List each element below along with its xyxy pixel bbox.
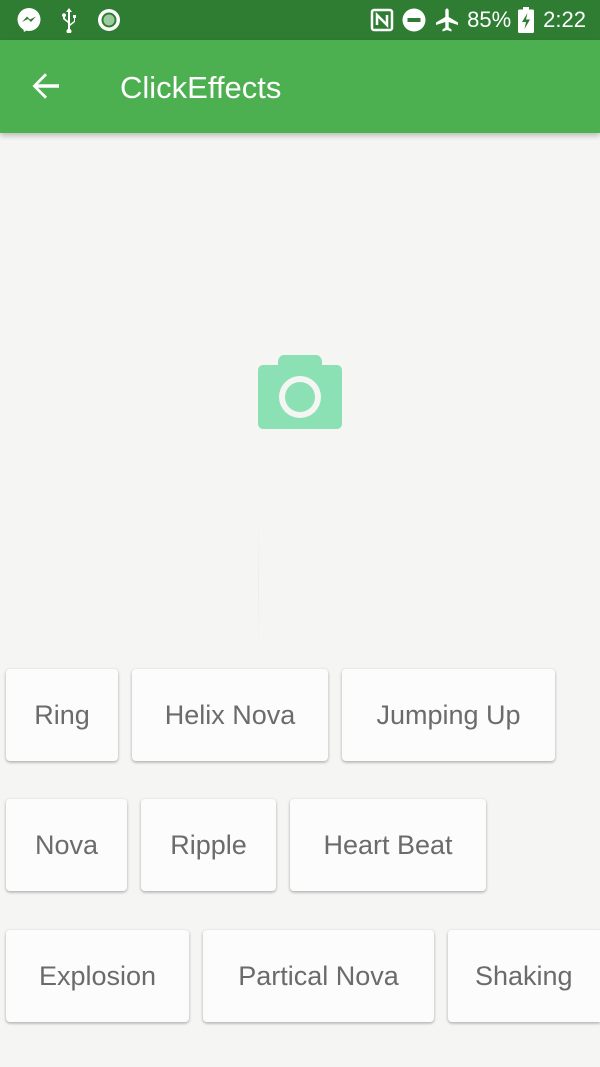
app-bar: ClickEffects <box>0 40 600 133</box>
shaking-button[interactable]: Shaking <box>448 930 600 1022</box>
record-icon <box>96 7 122 33</box>
heart-beat-button[interactable]: Heart Beat <box>290 799 486 891</box>
clock: 2:22 <box>543 7 586 32</box>
app-title: ClickEffects <box>120 70 282 105</box>
status-bar-notifications <box>16 7 122 33</box>
main-content: Ring Helix Nova Jumping Up Nova Ripple H… <box>0 133 600 1067</box>
jumping-up-button[interactable]: Jumping Up <box>342 669 555 761</box>
arrow-back-icon <box>30 70 62 107</box>
ripple-button[interactable]: Ripple <box>141 799 276 891</box>
explosion-button[interactable]: Explosion <box>6 930 189 1022</box>
battery-charging-icon <box>518 7 535 33</box>
usb-icon <box>58 7 80 33</box>
nova-button[interactable]: Nova <box>6 799 127 891</box>
divider <box>258 513 259 658</box>
do-not-disturb-icon <box>401 7 427 33</box>
status-bar: 85% 2:22 <box>0 0 600 40</box>
camera-button[interactable] <box>256 353 344 435</box>
airplane-mode-icon <box>434 7 460 33</box>
ring-button[interactable]: Ring <box>6 669 118 761</box>
partical-nova-button[interactable]: Partical Nova <box>203 930 434 1022</box>
nfc-icon <box>370 8 394 32</box>
status-bar-system: 85% 2:22 <box>370 6 586 34</box>
helix-nova-button[interactable]: Helix Nova <box>132 669 328 761</box>
messenger-icon <box>16 7 42 33</box>
battery-percent: 85% <box>467 7 512 32</box>
camera-icon <box>256 353 344 435</box>
back-button[interactable] <box>18 60 74 116</box>
